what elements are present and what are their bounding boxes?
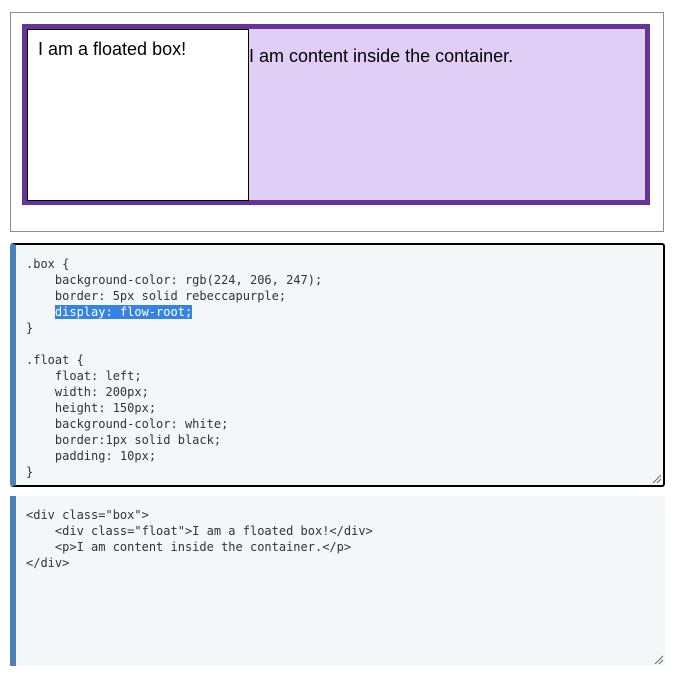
code-line: float: left; <box>26 369 142 383</box>
text-selection[interactable]: display: flow-root; <box>54 305 193 319</box>
code-line: .float { <box>26 353 84 367</box>
code-line: height: 150px; <box>26 401 157 415</box>
code-line: </div> <box>26 556 70 570</box>
css-code-editor[interactable]: .box { background-color: rgb(224, 206, 2… <box>10 243 665 487</box>
code-line: } <box>26 465 34 479</box>
code-line: } <box>26 321 34 335</box>
code-line: border:1px solid black; <box>26 433 222 447</box>
code-line: border: 5px solid rebeccapurple; <box>26 289 287 303</box>
code-line: <div class="box"> <box>26 508 149 522</box>
code-line: padding: 10px; <box>26 449 157 463</box>
selection-indent <box>26 305 55 319</box>
code-line: width: 200px; <box>26 385 149 399</box>
code-line: background-color: rgb(224, 206, 247); <box>26 273 323 287</box>
code-line-selected: display: flow-root; <box>26 304 663 320</box>
code-line: <p>I am content inside the container.</p… <box>26 540 352 554</box>
code-line: <div class="float">I am a floated box!</… <box>26 524 373 538</box>
floated-box-text: I am a floated box! <box>38 39 187 59</box>
html-code-editor[interactable]: <div class="box"> <div class="float">I a… <box>10 496 665 666</box>
floated-box: I am a floated box! <box>27 29 249 201</box>
resize-grip-icon[interactable] <box>652 474 661 483</box>
code-line: .box { <box>26 257 70 271</box>
container-content-text: I am content inside the container. <box>249 46 514 66</box>
demo-box-container: I am a floated box! I am content inside … <box>22 24 650 205</box>
css-code[interactable]: .box { background-color: rgb(224, 206, 2… <box>16 245 663 480</box>
resize-grip-icon[interactable] <box>654 655 663 664</box>
html-code[interactable]: <div class="box"> <div class="float">I a… <box>16 496 665 571</box>
output-preview: I am a floated box! I am content inside … <box>10 12 664 232</box>
code-line: background-color: white; <box>26 417 229 431</box>
